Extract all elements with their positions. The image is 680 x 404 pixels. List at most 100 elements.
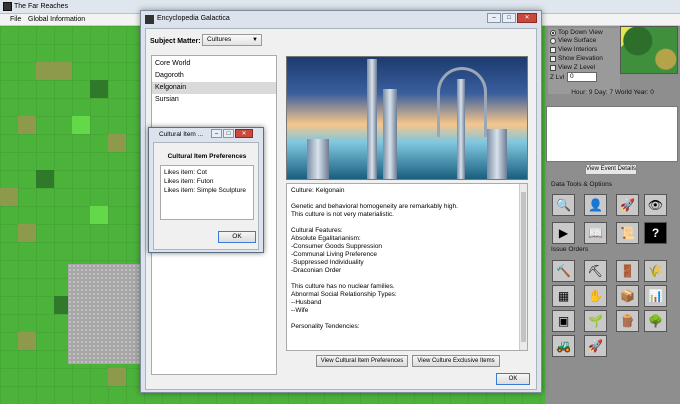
map-tile	[18, 332, 36, 350]
map-tile	[36, 62, 54, 80]
encyclopedia-title: Encyclopedia Galactica	[157, 15, 230, 22]
minimap[interactable]	[620, 26, 678, 74]
description-scrollbar[interactable]	[519, 184, 527, 350]
event-log	[546, 106, 678, 162]
culture-description[interactable]: Culture: Kelgonain Genetic and behaviora…	[286, 183, 528, 351]
view-options: Top Down View View Surface View Interior…	[548, 28, 620, 94]
culture-list-item-selected[interactable]: Kelgonain	[152, 82, 276, 94]
description-line: Culture: Kelgonain	[291, 187, 345, 194]
log-order-icon[interactable]: 🪵	[616, 310, 639, 332]
plant-order-icon[interactable]: 🌱	[584, 310, 607, 332]
menu-global-information[interactable]: Global Information	[28, 16, 85, 23]
minimize-icon[interactable]: –	[487, 13, 501, 23]
checkbox-icon	[550, 64, 556, 71]
description-line: -Communal Living Preference	[291, 251, 377, 258]
description-line: Absolute Egalitarianism:	[291, 235, 361, 242]
description-line: --Husband	[291, 299, 322, 306]
scrollbar-thumb[interactable]	[521, 192, 526, 342]
magnifier-tool-icon[interactable]: 🔍	[552, 194, 575, 216]
encyclopedia-ok-button[interactable]: OK	[496, 373, 530, 385]
map-tile	[18, 224, 36, 242]
option-top-down-view[interactable]: Top Down View	[550, 29, 603, 36]
maximize-icon[interactable]: □	[223, 129, 234, 138]
ship-tool-icon[interactable]: 🚀	[616, 194, 639, 216]
map-tile	[36, 170, 54, 188]
menu-file[interactable]: File	[10, 16, 21, 23]
description-line: Personality Tendencies:	[291, 323, 360, 330]
city-tower	[457, 79, 465, 179]
description-line: -Consumer Goods Suppression	[291, 243, 383, 250]
description-line	[291, 219, 523, 227]
view-cultural-item-preferences-button[interactable]: View Cultural Item Preferences	[316, 355, 408, 367]
encyclopedia-titlebar[interactable]: Encyclopedia Galactica – □ ✕	[141, 11, 541, 28]
person-search-tool-icon[interactable]: 👤	[584, 194, 607, 216]
map-tile	[108, 368, 126, 386]
option-view-interiors[interactable]: View Interiors	[550, 46, 597, 53]
description-line	[291, 275, 523, 283]
map-tile	[90, 80, 108, 98]
cultural-item-dialog-title: Cultural Item ...	[159, 131, 204, 138]
maximize-icon[interactable]: □	[502, 13, 516, 23]
cultural-item-entry: Likes item: Simple Sculpture	[164, 187, 247, 194]
description-line: -Suppressed Individuality	[291, 259, 364, 266]
chart-order-icon[interactable]: 📊	[644, 285, 667, 307]
data-tools-label: Data Tools & Options	[551, 181, 612, 188]
hand-order-icon[interactable]: ✋	[584, 285, 607, 307]
cultural-item-dialog: Cultural Item ... – □ ✕ Cultural Item Pr…	[148, 127, 264, 253]
culture-city-image	[286, 56, 528, 180]
view-culture-exclusive-items-button[interactable]: View Culture Exclusive Items	[412, 355, 500, 367]
radio-icon	[550, 37, 556, 44]
book-tool-icon[interactable]: 📖	[584, 222, 607, 244]
option-view-surface[interactable]: View Surface	[550, 37, 596, 44]
culture-list-item[interactable]: Core World	[152, 58, 276, 70]
world-time: Hour: 9 Day: 7 World Year: 0	[571, 89, 654, 96]
culture-list-item[interactable]: Sursian	[152, 94, 276, 106]
window-icon	[145, 15, 154, 24]
cultural-item-dialog-content: Cultural Item Preferences Likes item: Co…	[153, 142, 259, 250]
cultural-item-ok-button[interactable]: OK	[218, 231, 256, 243]
zlvl-spinner[interactable]: 0	[567, 72, 597, 82]
help-icon[interactable]: ?	[644, 222, 667, 244]
close-icon[interactable]: ✕	[235, 129, 253, 138]
zone-order-icon[interactable]: ▣	[552, 310, 575, 332]
map-tile	[18, 116, 36, 134]
subject-matter-select[interactable]: Cultures ▼	[202, 34, 262, 46]
forest-order-icon[interactable]: 🌳	[644, 310, 667, 332]
view-event-details-button[interactable]: View Event Details	[585, 164, 637, 175]
description-line: This culture has no nuclear families.	[291, 283, 395, 290]
paved-area	[68, 264, 140, 364]
description-line: Cultural Features:	[291, 227, 343, 234]
culture-list-item[interactable]: Dagoroth	[152, 70, 276, 82]
pickaxe-order-icon[interactable]: ⛏	[584, 260, 607, 282]
option-view-z-level[interactable]: View Z Level	[550, 64, 595, 71]
storage-order-icon[interactable]: 📦	[616, 285, 639, 307]
description-line: Genetic and behavioral homogeneity are r…	[291, 203, 458, 210]
cultural-item-heading: Cultural Item Preferences	[167, 153, 247, 160]
subject-matter-value: Cultures	[207, 36, 232, 43]
checkbox-icon	[550, 55, 556, 62]
right-control-panel: Top Down View View Surface View Interior…	[545, 26, 680, 404]
eye-tool-icon[interactable]: 👁	[644, 194, 667, 216]
map-tile	[90, 206, 108, 224]
option-show-elevation[interactable]: Show Elevation	[550, 55, 603, 62]
map-tile	[108, 134, 126, 152]
cultural-item-entry: Likes item: Futon	[164, 178, 214, 185]
description-line: --Wife	[291, 307, 309, 314]
description-line: -Draconian Order	[291, 267, 342, 274]
cultural-item-entry: Likes item: Cot	[164, 169, 207, 176]
close-icon[interactable]: ✕	[517, 13, 537, 23]
chevron-down-icon: ▼	[252, 37, 258, 43]
rocket-order-icon[interactable]: 🚀	[584, 335, 607, 357]
harvest-order-icon[interactable]: 🌾	[644, 260, 667, 282]
vehicle-order-icon[interactable]: 🚜	[552, 335, 575, 357]
minimize-icon[interactable]: –	[211, 129, 222, 138]
description-line: Abnormal Social Relationship Types:	[291, 291, 397, 298]
radio-icon	[550, 29, 556, 36]
play-tool-icon[interactable]: ▶	[552, 222, 575, 244]
city-tower	[487, 129, 507, 179]
grid-order-icon[interactable]: ▦	[552, 285, 575, 307]
door-order-icon[interactable]: 🚪	[616, 260, 639, 282]
map-tile	[72, 116, 90, 134]
build-order-icon[interactable]: 🔨	[552, 260, 575, 282]
scroll-tool-icon[interactable]: 📜	[616, 222, 639, 244]
